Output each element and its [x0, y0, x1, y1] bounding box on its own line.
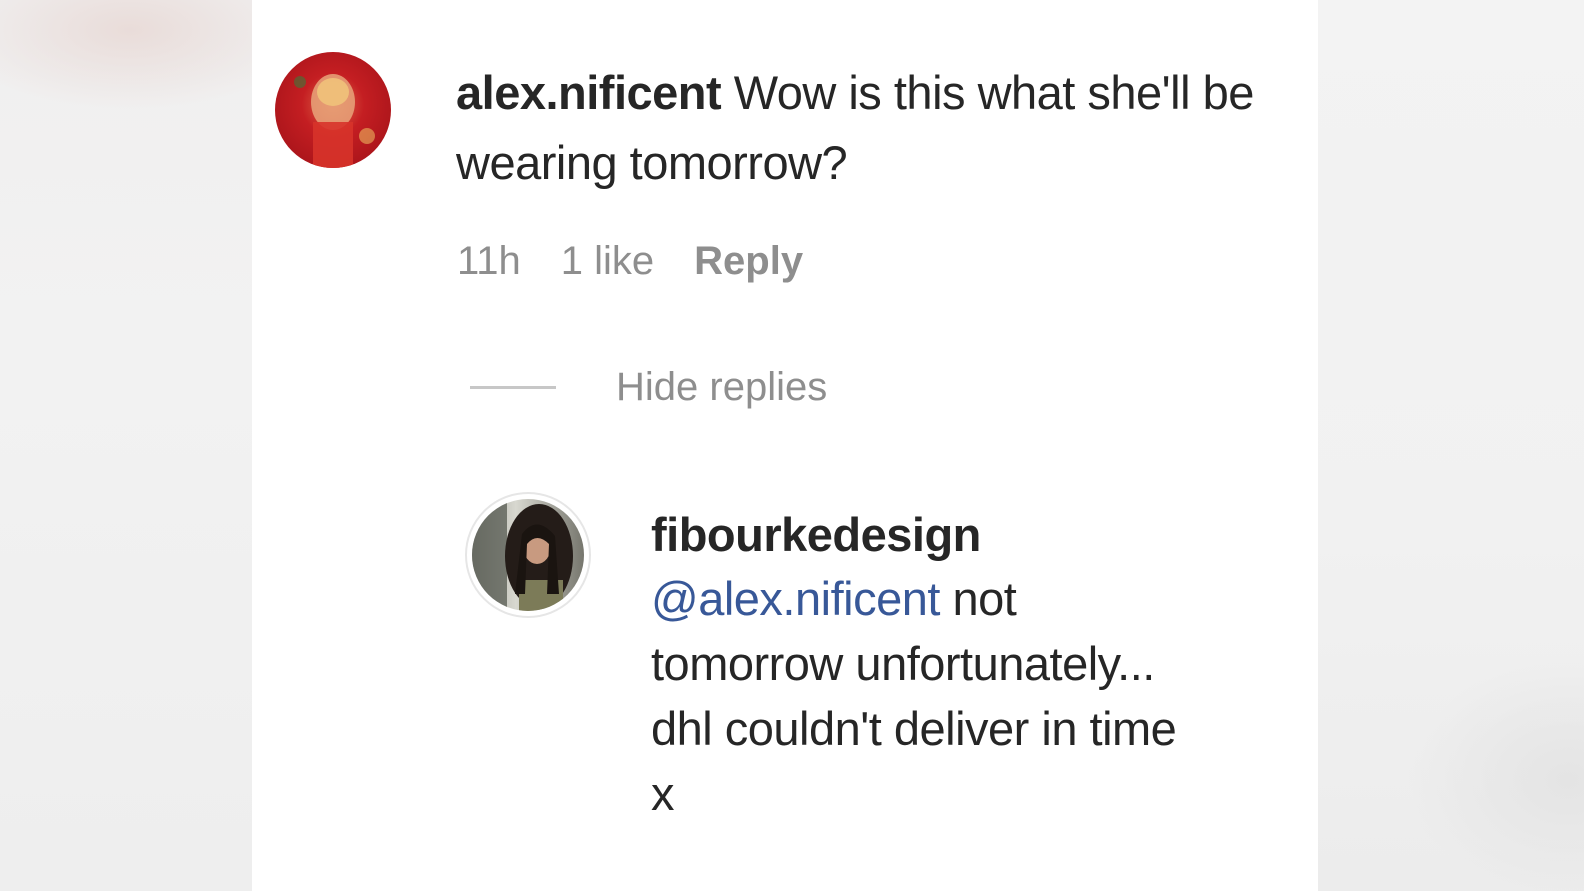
reply-button[interactable]: Reply [694, 236, 803, 286]
avatar-fibourkedesign[interactable] [465, 492, 591, 618]
reply-line-4: x [651, 767, 675, 820]
reply-body: @alex.nificent not tomorrow unfortunatel… [651, 566, 1261, 826]
reply-mention-link[interactable]: @alex.nificent [651, 572, 940, 625]
blurred-background-left [0, 0, 252, 891]
hide-replies-button[interactable]: Hide replies [470, 362, 827, 412]
blurred-background-right [1318, 0, 1584, 891]
comment-meta: 11h 1 like Reply [457, 236, 803, 286]
comment-time[interactable]: 11h [457, 236, 521, 286]
reply-line-3: dhl couldn't deliver in time [651, 702, 1177, 755]
comment-username[interactable]: alex.nificent [456, 66, 722, 119]
divider-line [470, 385, 556, 389]
hide-replies-label: Hide replies [616, 365, 828, 409]
reply-line-2: tomorrow unfortunately... [651, 637, 1155, 690]
comment-text: alex.nificent Wow is this what she'll be… [456, 58, 1276, 198]
reply-line-1: @alex.nificent not [651, 566, 1261, 631]
reply-username[interactable]: fibourkedesign [651, 505, 981, 565]
profile-avatar-red-icon [275, 52, 391, 168]
comment-likes[interactable]: 1 like [561, 236, 654, 286]
profile-avatar-photo-icon [472, 499, 584, 611]
reply-text-1: not [939, 572, 1017, 625]
avatar-alex-nificent[interactable] [275, 52, 391, 168]
